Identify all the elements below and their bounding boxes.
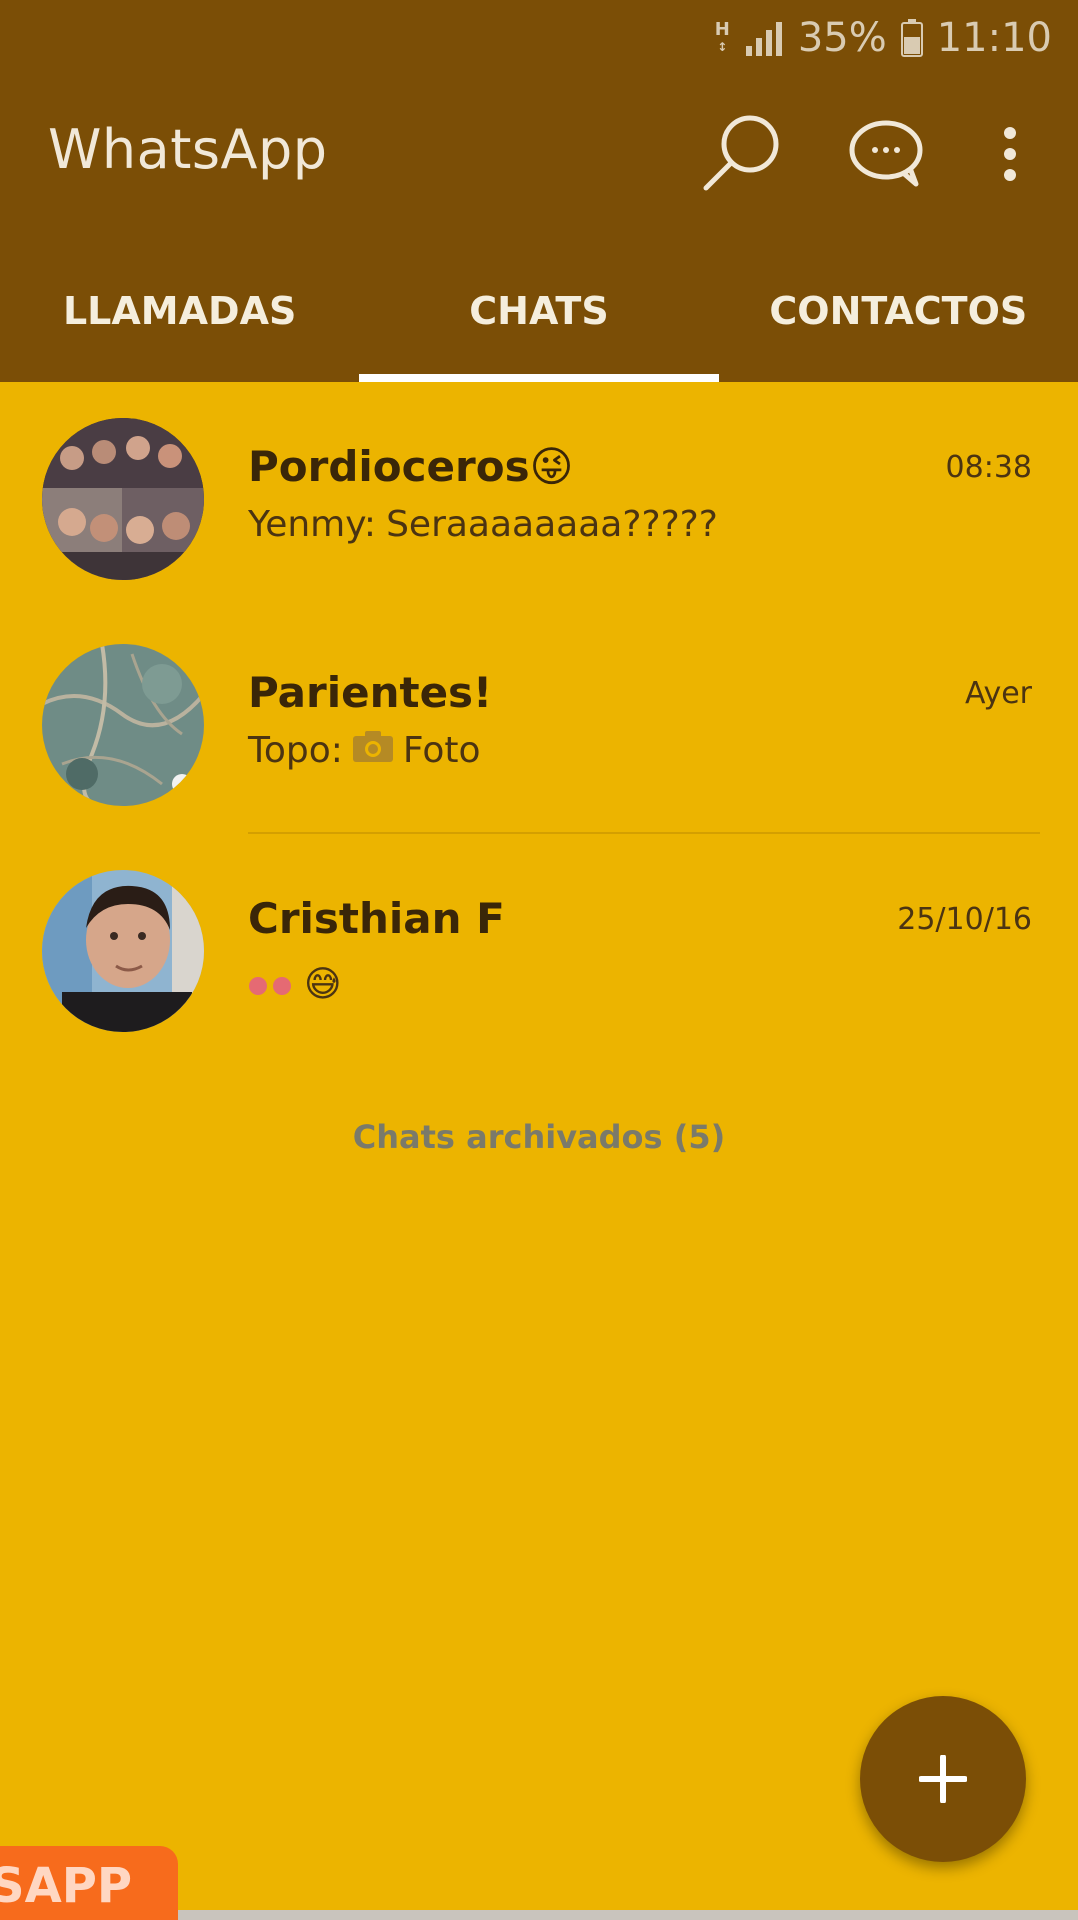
promo-badge[interactable]: SAPP [0, 1846, 178, 1920]
tab-contactos[interactable]: CONTACTOS [719, 270, 1078, 382]
new-chat-fab[interactable] [860, 1696, 1026, 1862]
chat-name-emoji: 😜 [529, 442, 574, 491]
preview-sender: Topo: [248, 730, 343, 771]
app-title: WhatsApp [48, 118, 328, 181]
chat-time: 25/10/16 [897, 902, 1032, 937]
archived-chats-link[interactable]: Chats archivados (5) [0, 1118, 1078, 1156]
search-icon[interactable] [700, 112, 784, 196]
unread-dots-icon [248, 964, 294, 1005]
tab-bar: LLAMADAS CHATS CONTACTOS [0, 270, 1078, 382]
preview-text: Seraaaaaaaa????? [386, 504, 718, 545]
app-bar: H ↕ 35% 11:10 WhatsApp LLAMADAS CHATS CO… [0, 0, 1078, 382]
network-type-indicator: H ↕ [714, 18, 730, 55]
new-chat-icon[interactable] [846, 118, 926, 192]
battery-icon [900, 19, 923, 57]
chat-preview: 😅 [248, 964, 342, 1005]
clock: 11:10 [936, 15, 1052, 61]
network-arrows: ↕ [717, 39, 728, 54]
promo-badge-text: SAPP [0, 1858, 133, 1914]
chat-preview: Yenmy: Seraaaaaaaa????? [248, 504, 718, 545]
chat-name: Pordioceros😜 [248, 442, 573, 491]
preview-text: 😅 [304, 964, 342, 1005]
tab-llamadas[interactable]: LLAMADAS [0, 270, 359, 382]
chat-row-cristhian[interactable]: Cristhian F 25/10/16 😅 [0, 834, 1078, 1060]
chat-name: Parientes! [248, 668, 493, 717]
preview-text: Foto [402, 730, 481, 771]
battery-percent: 35% [797, 15, 887, 61]
signal-icon [745, 22, 782, 56]
avatar[interactable] [42, 644, 204, 806]
status-bar: H ↕ 35% 11:10 [715, 10, 1052, 66]
chat-time: Ayer [964, 676, 1032, 711]
plus-icon [919, 1755, 967, 1803]
chat-name-text: Pordioceros [248, 442, 530, 491]
preview-sender: Yenmy: [248, 504, 377, 545]
chat-row-parientes[interactable]: Parientes! Ayer Topo: Foto [0, 608, 1078, 834]
network-type-label: H [714, 18, 730, 40]
camera-icon [352, 730, 393, 771]
chat-row-pordioceros[interactable]: Pordioceros😜 08:38 Yenmy: Seraaaaaaaa???… [0, 382, 1078, 608]
chat-list: Pordioceros😜 08:38 Yenmy: Seraaaaaaaa???… [0, 382, 1078, 1060]
more-options-icon[interactable] [998, 126, 1022, 186]
avatar[interactable] [42, 870, 204, 1032]
screen: H ↕ 35% 11:10 WhatsApp LLAMADAS CHATS CO… [0, 0, 1078, 1920]
tab-chats[interactable]: CHATS [359, 270, 719, 382]
chat-preview: Topo: Foto [248, 730, 481, 771]
bottom-strip [178, 1910, 1078, 1920]
chat-name: Cristhian F [248, 894, 505, 943]
chat-time: 08:38 [945, 450, 1032, 485]
avatar[interactable] [42, 418, 204, 580]
